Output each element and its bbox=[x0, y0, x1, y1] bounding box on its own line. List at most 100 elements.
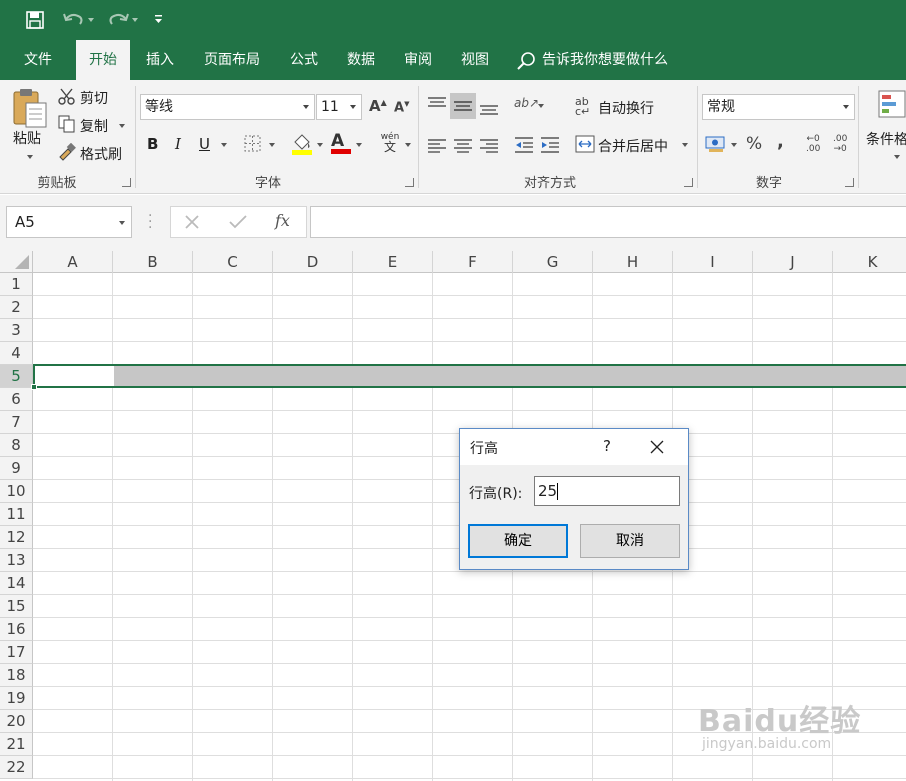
increase-indent-icon[interactable] bbox=[540, 136, 560, 158]
copy-icon[interactable] bbox=[58, 115, 76, 137]
column-header-h[interactable]: H bbox=[593, 251, 673, 273]
phonetic-dropdown-icon[interactable] bbox=[405, 143, 411, 147]
paste-dropdown-icon[interactable] bbox=[27, 155, 33, 159]
tab-view[interactable]: 视图 bbox=[451, 40, 499, 80]
row-header-14[interactable]: 14 bbox=[0, 572, 33, 595]
align-right-icon[interactable] bbox=[479, 138, 499, 158]
more-options-icon[interactable]: · · · bbox=[148, 209, 152, 235]
clipboard-launcher-icon[interactable] bbox=[122, 178, 131, 187]
decrease-decimal-icon[interactable]: .00 →0 bbox=[833, 134, 847, 154]
comma-button[interactable]: , bbox=[777, 131, 784, 152]
name-box[interactable]: A5 bbox=[6, 206, 132, 238]
copy-dropdown-icon[interactable] bbox=[119, 124, 125, 128]
wrap-text-icon[interactable]: ab c↵ bbox=[575, 96, 590, 117]
font-launcher-icon[interactable] bbox=[405, 178, 414, 187]
italic-button[interactable]: I bbox=[175, 135, 181, 153]
column-header-d[interactable]: D bbox=[273, 251, 353, 273]
tab-file[interactable]: 文件 bbox=[14, 40, 62, 80]
confirm-entry-icon[interactable] bbox=[228, 213, 248, 235]
row-header-5[interactable]: 5 bbox=[0, 365, 33, 388]
font-color-dropdown-icon[interactable] bbox=[356, 143, 362, 147]
row-header-12[interactable]: 12 bbox=[0, 526, 33, 549]
column-header-b[interactable]: B bbox=[113, 251, 193, 273]
row-header-10[interactable]: 10 bbox=[0, 480, 33, 503]
font-color-icon[interactable]: A bbox=[331, 131, 351, 154]
orientation-icon[interactable]: ab↗ bbox=[514, 96, 539, 110]
column-header-j[interactable]: J bbox=[753, 251, 833, 273]
formula-input[interactable] bbox=[310, 206, 906, 238]
row-header-16[interactable]: 16 bbox=[0, 618, 33, 641]
copy-button[interactable]: 复制 bbox=[80, 116, 108, 136]
row-header-6[interactable]: 6 bbox=[0, 388, 33, 411]
align-middle-icon[interactable] bbox=[450, 93, 476, 119]
align-bottom-icon[interactable] bbox=[479, 100, 499, 120]
close-icon[interactable] bbox=[650, 440, 664, 458]
number-launcher-icon[interactable] bbox=[845, 178, 854, 187]
undo-dropdown-icon[interactable] bbox=[88, 18, 94, 22]
bold-button[interactable]: B bbox=[147, 135, 158, 153]
tab-page-layout[interactable]: 页面布局 bbox=[194, 40, 270, 80]
tell-me-search[interactable]: 告诉我你想要做什么 bbox=[542, 40, 692, 80]
conditional-formatting-icon[interactable] bbox=[878, 90, 906, 126]
column-header-f[interactable]: F bbox=[433, 251, 513, 273]
select-all-button[interactable] bbox=[0, 251, 33, 273]
row-header-2[interactable]: 2 bbox=[0, 296, 33, 319]
align-top-icon[interactable] bbox=[427, 96, 447, 116]
row-header-18[interactable]: 18 bbox=[0, 664, 33, 687]
row-height-input[interactable]: 25 bbox=[534, 476, 680, 506]
row-header-15[interactable]: 15 bbox=[0, 595, 33, 618]
tab-formulas[interactable]: 公式 bbox=[280, 40, 328, 80]
redo-dropdown-icon[interactable] bbox=[132, 18, 138, 22]
row-header-3[interactable]: 3 bbox=[0, 319, 33, 342]
cut-button[interactable]: 剪切 bbox=[80, 88, 108, 108]
undo-icon[interactable] bbox=[62, 11, 86, 33]
font-name-combo[interactable]: 等线 bbox=[140, 94, 315, 120]
merge-dropdown-icon[interactable] bbox=[682, 143, 688, 147]
format-painter-icon[interactable] bbox=[58, 142, 76, 165]
currency-icon[interactable] bbox=[705, 135, 727, 157]
column-header-a[interactable]: A bbox=[33, 251, 113, 273]
row-header-8[interactable]: 8 bbox=[0, 434, 33, 457]
decrease-font-icon[interactable]: A▼ bbox=[394, 100, 409, 115]
underline-dropdown-icon[interactable] bbox=[221, 143, 227, 147]
font-size-combo[interactable]: 11 bbox=[316, 94, 362, 120]
row-header-21[interactable]: 21 bbox=[0, 733, 33, 756]
format-painter-button[interactable]: 格式刷 bbox=[80, 144, 122, 164]
row-header-20[interactable]: 20 bbox=[0, 710, 33, 733]
cancel-button[interactable]: 取消 bbox=[580, 524, 680, 558]
tab-data[interactable]: 数据 bbox=[337, 40, 385, 80]
redo-icon[interactable] bbox=[106, 11, 130, 33]
row-header-9[interactable]: 9 bbox=[0, 457, 33, 480]
fill-color-icon[interactable] bbox=[291, 132, 313, 160]
borders-icon[interactable] bbox=[244, 135, 262, 157]
merge-center-icon[interactable] bbox=[575, 135, 595, 157]
currency-dropdown-icon[interactable] bbox=[731, 143, 737, 147]
column-header-g[interactable]: G bbox=[513, 251, 593, 273]
cancel-entry-icon[interactable] bbox=[183, 213, 201, 235]
row-header-1[interactable]: 1 bbox=[0, 273, 33, 296]
increase-decimal-icon[interactable]: ←0.00 bbox=[806, 134, 820, 154]
fill-color-dropdown-icon[interactable] bbox=[317, 143, 323, 147]
row-header-22[interactable]: 22 bbox=[0, 756, 33, 779]
lightbulb-search-icon[interactable] bbox=[516, 51, 536, 75]
column-header-i[interactable]: I bbox=[673, 251, 753, 273]
borders-dropdown-icon[interactable] bbox=[269, 143, 275, 147]
paste-icon[interactable] bbox=[10, 87, 50, 133]
column-header-e[interactable]: E bbox=[353, 251, 433, 273]
tab-review[interactable]: 审阅 bbox=[394, 40, 442, 80]
merge-center-button[interactable]: 合并后居中 bbox=[598, 136, 668, 156]
row-header-11[interactable]: 11 bbox=[0, 503, 33, 526]
decrease-indent-icon[interactable] bbox=[514, 136, 534, 158]
save-icon[interactable] bbox=[26, 11, 46, 33]
row-header-4[interactable]: 4 bbox=[0, 342, 33, 365]
paste-button[interactable]: 粘贴 bbox=[13, 128, 41, 148]
wrap-text-button[interactable]: 自动换行 bbox=[598, 98, 654, 118]
align-left-icon[interactable] bbox=[427, 138, 447, 158]
row-header-7[interactable]: 7 bbox=[0, 411, 33, 434]
percent-button[interactable]: % bbox=[746, 134, 762, 154]
align-center-icon[interactable] bbox=[453, 138, 473, 158]
conditional-formatting-button[interactable]: 条件格 bbox=[866, 129, 906, 149]
underline-button[interactable]: U bbox=[199, 135, 210, 153]
column-header-k[interactable]: K bbox=[833, 251, 906, 273]
row-header-17[interactable]: 17 bbox=[0, 641, 33, 664]
